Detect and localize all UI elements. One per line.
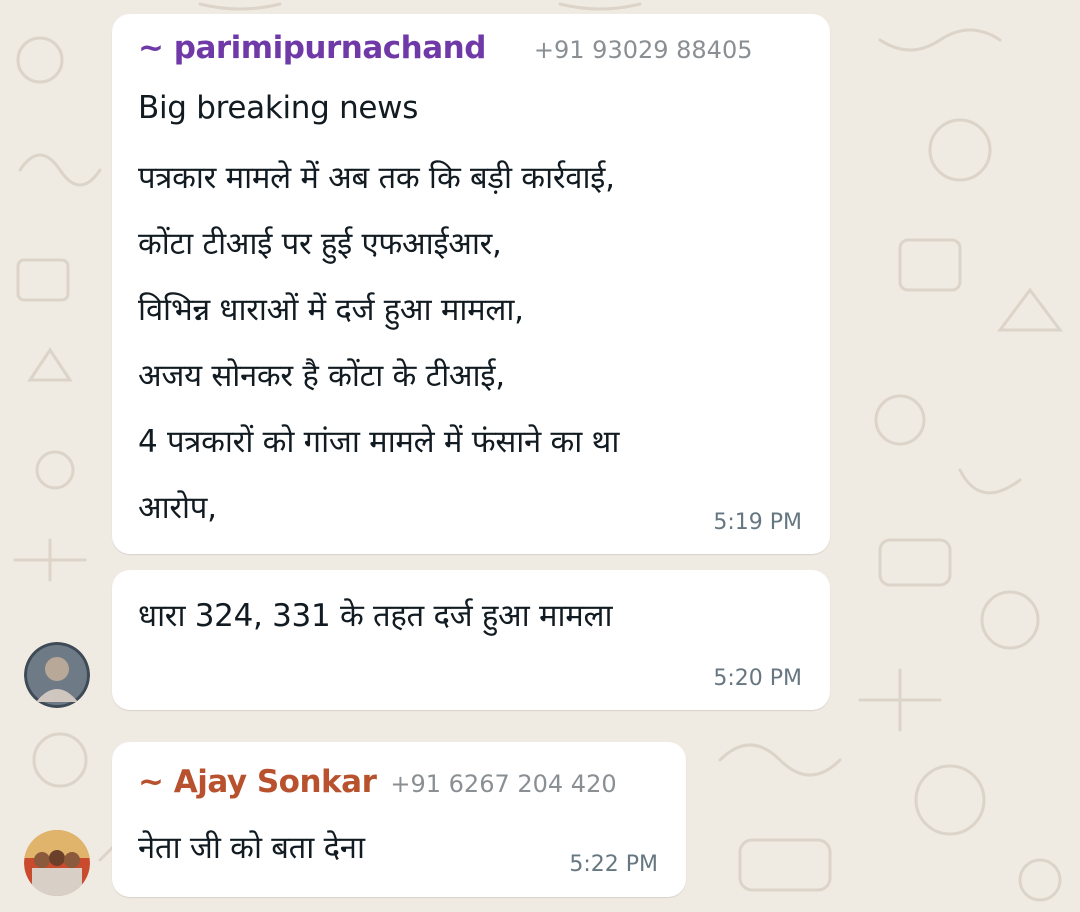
- sender-phone: +91 6267 204 420: [390, 770, 617, 798]
- sender-name[interactable]: ~ parimipurnachand: [138, 30, 486, 66]
- message-timestamp: 5:19 PM: [713, 510, 802, 535]
- person-avatar-icon[interactable]: [24, 642, 90, 708]
- sender-name[interactable]: ~ Ajay Sonkar: [138, 764, 377, 800]
- group-photo-avatar-icon[interactable]: [24, 830, 90, 896]
- message-header: ~ parimipurnachand +91 93029 88405: [138, 30, 753, 66]
- message-bubble[interactable]: ~ Ajay Sonkar +91 6267 204 420 नेता जी क…: [112, 742, 686, 897]
- message-header: ~ Ajay Sonkar +91 6267 204 420: [138, 764, 617, 800]
- sender-phone: +91 93029 88405: [533, 36, 753, 64]
- message-bubble[interactable]: धारा 324, 331 के तहत दर्ज हुआ मामला 5:20…: [112, 570, 830, 710]
- message-bubble[interactable]: ~ parimipurnachand +91 93029 88405 Big b…: [112, 14, 830, 554]
- message-text-line: अजय सोनकर है कोंटा के टीआई,: [138, 358, 505, 394]
- message-text-line: नेता जी को बता देना: [138, 830, 365, 866]
- message-text-line: 4 पत्रकारों को गांजा मामले में फंसाने का…: [138, 424, 620, 460]
- message-text-line: कोंटा टीआई पर हुई एफआईआर,: [138, 226, 502, 262]
- message-text-line: आरोप,: [138, 490, 217, 526]
- message-text-line: धारा 324, 331 के तहत दर्ज हुआ मामला: [138, 598, 613, 634]
- message-timestamp: 5:22 PM: [569, 852, 658, 877]
- message-text-line: विभिन्न धाराओं में दर्ज हुआ मामला,: [138, 292, 524, 328]
- message-text-line: पत्रकार मामले में अब तक कि बड़ी कार्रवाई…: [138, 160, 615, 196]
- message-timestamp: 5:20 PM: [713, 666, 802, 691]
- message-text-line: Big breaking news: [138, 90, 419, 126]
